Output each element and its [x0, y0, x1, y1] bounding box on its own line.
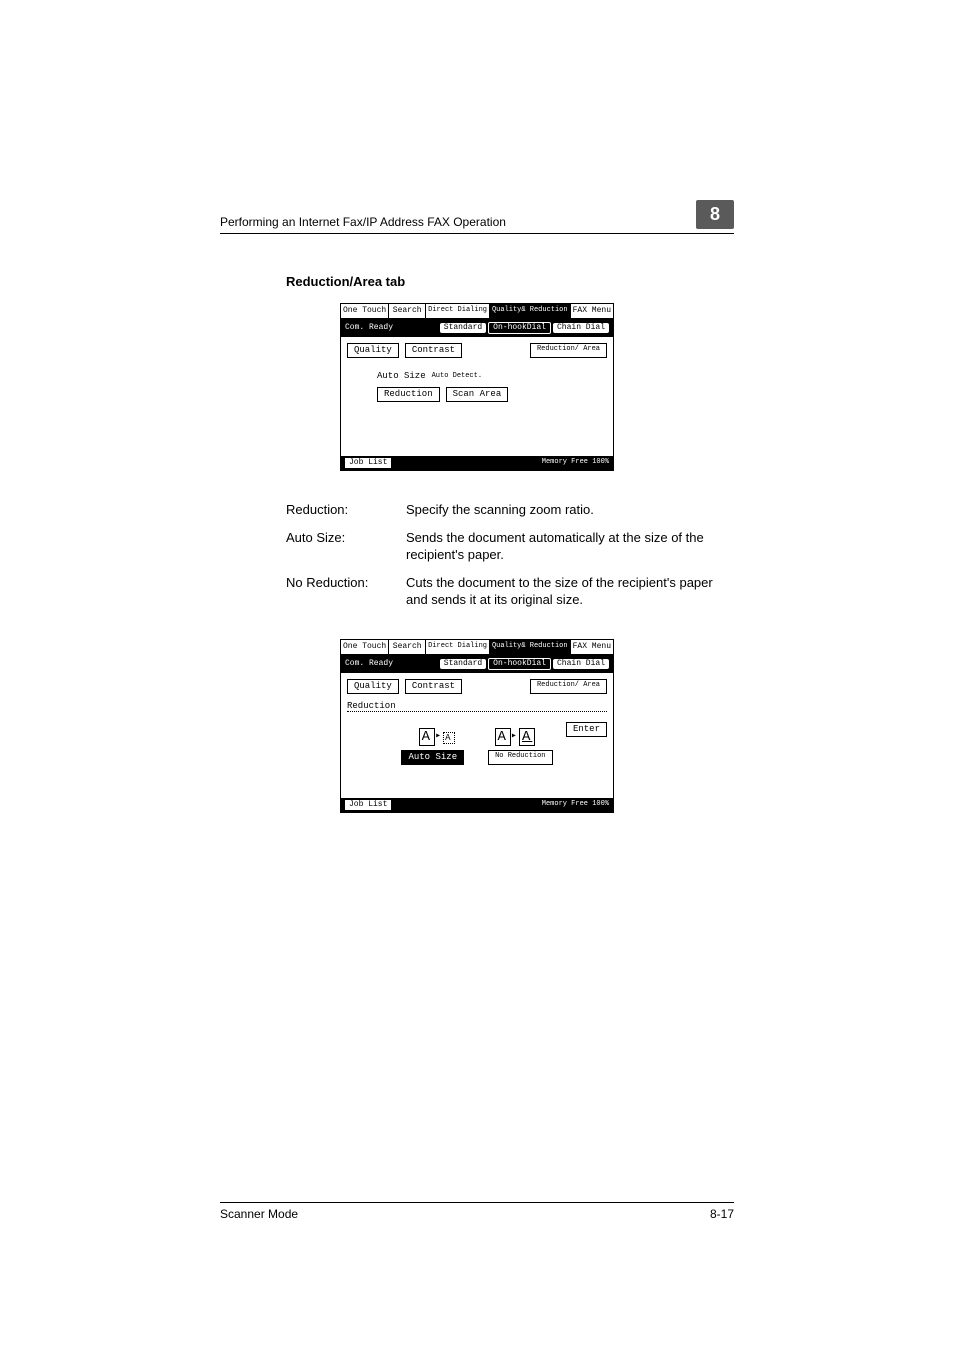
auto-size-label: Auto Size: [377, 372, 426, 381]
screen-body: Enter A▸A A▸A Auto Size No Reduction: [341, 716, 613, 798]
tab-quality-reduction[interactable]: Quality& Reduction: [490, 640, 571, 654]
top-tabs: One Touch Search Direct Dialing Quality&…: [341, 640, 613, 655]
header-title: Performing an Internet Fax/IP Address FA…: [220, 215, 506, 229]
section-heading: Reduction/Area tab: [286, 274, 734, 289]
def-term: Reduction:: [286, 501, 406, 519]
top-tabs: One Touch Search Direct Dialing Quality&…: [341, 304, 613, 319]
sub-tabs: Quality Contrast Reduction/ Area: [341, 673, 613, 700]
status-bar: Com. Ready Standard On-hookDial Chain Di…: [341, 319, 613, 337]
footer-right: 8-17: [710, 1207, 734, 1221]
screen-footer: Job List Memory Free 100%: [341, 798, 613, 812]
tab-fax-menu[interactable]: FAX Menu: [571, 640, 613, 654]
tab-search[interactable]: Search: [389, 304, 426, 318]
subtab-contrast[interactable]: Contrast: [405, 343, 462, 358]
def-row: Auto Size: Sends the document automatica…: [286, 529, 734, 564]
subtab-reduction-area[interactable]: Reduction/ Area: [530, 343, 607, 358]
pill-chain-dial[interactable]: Chain Dial: [553, 659, 609, 669]
status-text: Com. Ready: [345, 324, 393, 332]
device-screen-2: One Touch Search Direct Dialing Quality&…: [340, 639, 614, 813]
def-term: No Reduction:: [286, 574, 406, 609]
screen-body: Auto Size Auto Detect. Reduction Scan Ar…: [341, 364, 613, 456]
no-reduction-button[interactable]: No Reduction: [488, 750, 552, 765]
pill-standard: Standard: [440, 659, 486, 669]
scan-area-button[interactable]: Scan Area: [446, 387, 509, 402]
pill-standard: Standard: [440, 323, 486, 333]
tab-direct-dialing[interactable]: Direct Dialing: [426, 304, 490, 318]
def-desc: Cuts the document to the size of the rec…: [406, 574, 734, 609]
tab-one-touch[interactable]: One Touch: [341, 640, 389, 654]
reduction-heading: Reduction: [341, 700, 613, 711]
screen-footer: Job List Memory Free 100%: [341, 456, 613, 470]
job-list-button[interactable]: Job List: [345, 458, 391, 468]
auto-size-button[interactable]: Auto Size: [401, 750, 464, 765]
auto-size-icon: A▸A: [419, 730, 455, 744]
tab-search[interactable]: Search: [389, 640, 426, 654]
reduction-button[interactable]: Reduction: [377, 387, 440, 402]
subtab-quality[interactable]: Quality: [347, 679, 399, 694]
job-list-button[interactable]: Job List: [345, 800, 391, 810]
pill-chain-dial[interactable]: Chain Dial: [553, 323, 609, 333]
def-desc: Sends the document automatically at the …: [406, 529, 734, 564]
subtab-reduction-area[interactable]: Reduction/ Area: [530, 679, 607, 694]
memory-free: Memory Free 100%: [542, 801, 609, 809]
def-term: Auto Size:: [286, 529, 406, 564]
tab-fax-menu[interactable]: FAX Menu: [571, 304, 613, 318]
enter-button[interactable]: Enter: [566, 722, 607, 737]
sub-tabs: Quality Contrast Reduction/ Area: [341, 337, 613, 364]
chapter-number: 8: [696, 200, 734, 229]
subtab-quality[interactable]: Quality: [347, 343, 399, 358]
footer-left: Scanner Mode: [220, 1207, 298, 1221]
def-desc: Specify the scanning zoom ratio.: [406, 501, 734, 519]
status-text: Com. Ready: [345, 660, 393, 668]
tab-one-touch[interactable]: One Touch: [341, 304, 389, 318]
tab-direct-dialing[interactable]: Direct Dialing: [426, 640, 490, 654]
pill-onhook[interactable]: On-hookDial: [488, 322, 551, 334]
device-screen-1: One Touch Search Direct Dialing Quality&…: [340, 303, 614, 471]
auto-detect-label: Auto Detect.: [432, 373, 482, 381]
page-header: Performing an Internet Fax/IP Address FA…: [220, 200, 734, 234]
def-row: Reduction: Specify the scanning zoom rat…: [286, 501, 734, 519]
def-row: No Reduction: Cuts the document to the s…: [286, 574, 734, 609]
subtab-contrast[interactable]: Contrast: [405, 679, 462, 694]
tab-quality-reduction[interactable]: Quality& Reduction: [490, 304, 571, 318]
page-footer: Scanner Mode 8-17: [220, 1202, 734, 1221]
status-bar: Com. Ready Standard On-hookDial Chain Di…: [341, 655, 613, 673]
memory-free: Memory Free 100%: [542, 459, 609, 467]
no-reduction-icon: A▸A: [495, 730, 536, 744]
definitions: Reduction: Specify the scanning zoom rat…: [286, 501, 734, 609]
pill-onhook[interactable]: On-hookDial: [488, 658, 551, 670]
